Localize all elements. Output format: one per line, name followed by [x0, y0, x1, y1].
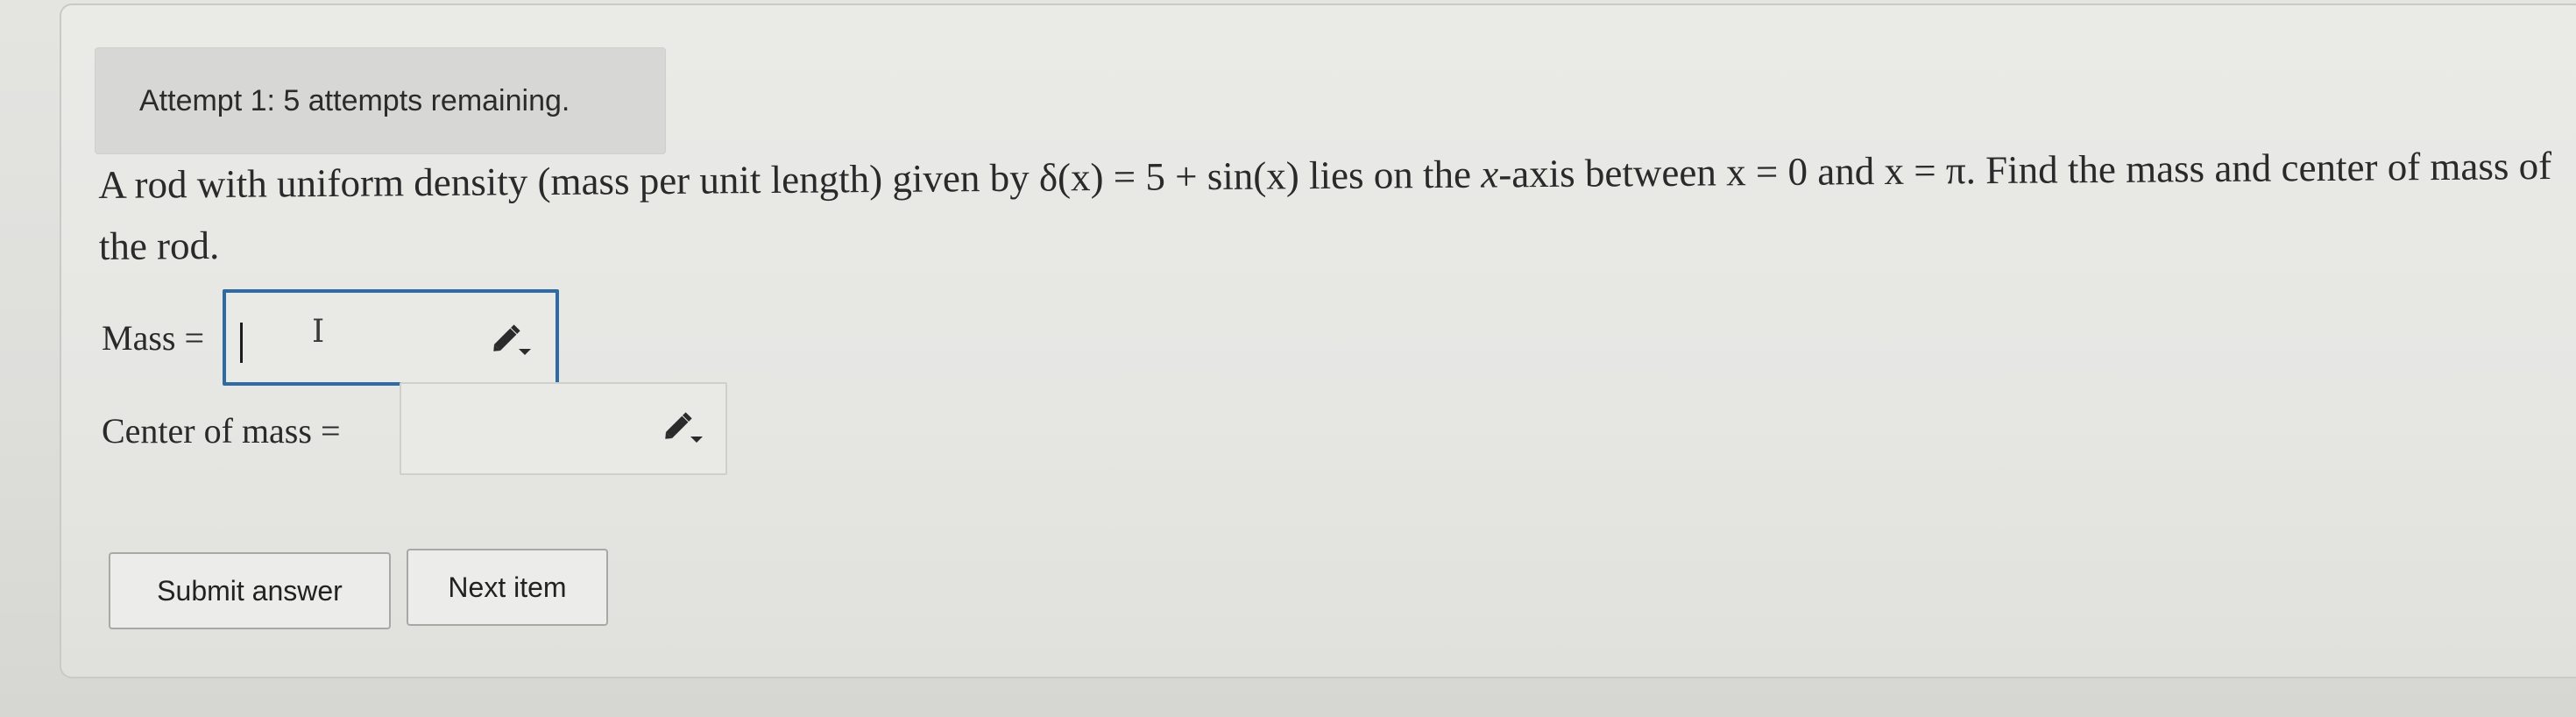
problem-text-mid1: lies on the — [1299, 152, 1482, 198]
mass-input[interactable]: I — [223, 289, 559, 386]
center-of-mass-label: Center of mass = — [102, 411, 341, 451]
next-item-button[interactable]: Next item — [407, 549, 608, 626]
density-expression: δ(x) = 5 + sin(x) — [1038, 153, 1299, 200]
problem-text-mid2: -axis between — [1498, 150, 1727, 196]
attempt-status-banner: Attempt 1: 5 attempts remaining. — [95, 47, 666, 154]
attempt-status-text: Attempt 1: 5 attempts remaining. — [139, 83, 570, 117]
i-beam-cursor-icon: I — [312, 314, 325, 350]
mass-label: Mass = — [102, 318, 205, 358]
screen: Attempt 1: 5 attempts remaining. A rod w… — [0, 0, 2576, 717]
pencil-dropdown-icon[interactable] — [489, 323, 534, 358]
text-caret — [240, 323, 243, 363]
center-of-mass-input[interactable] — [400, 382, 727, 475]
problem-statement: A rod with uniform density (mass per uni… — [98, 135, 2552, 277]
axis-variable: x — [1481, 152, 1499, 196]
upper-bound: x = π — [1884, 148, 1966, 193]
lower-bound: x = 0 — [1725, 149, 1808, 195]
problem-text-start: A rod with uniform density (mass per uni… — [98, 155, 1040, 207]
problem-text-and: and — [1807, 148, 1885, 194]
pencil-dropdown-icon[interactable] — [661, 410, 706, 445]
submit-answer-button[interactable]: Submit answer — [109, 552, 391, 629]
